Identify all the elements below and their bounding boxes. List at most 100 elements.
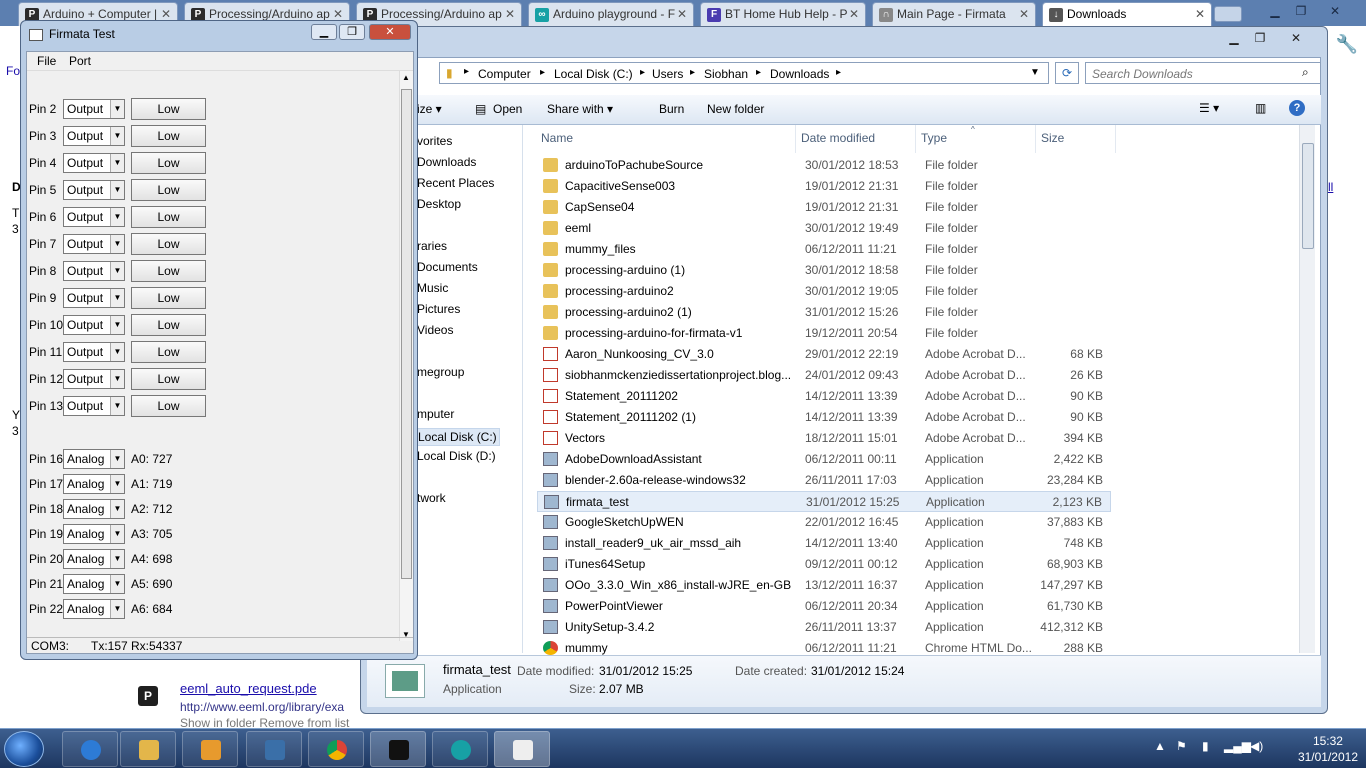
pin-mode-select[interactable]: Output ▼ xyxy=(63,261,125,281)
organize-button[interactable]: ize ▾ xyxy=(417,102,442,116)
file-row[interactable]: processing-arduino2 (1) 31/01/2012 15:26 F… xyxy=(537,302,1111,323)
nav-item[interactable]: Pictures xyxy=(417,302,460,316)
file-row[interactable]: arduinoToPachubeSource 30/01/2012 18:53 Fi… xyxy=(537,155,1111,176)
breadcrumb-users[interactable]: Users xyxy=(652,67,683,81)
chevron-down-icon[interactable]: ▼ xyxy=(110,100,124,118)
chevron-down-icon[interactable]: ▼ xyxy=(110,289,124,307)
pin-mode-select[interactable]: Analog ▼ xyxy=(63,499,125,519)
pin-toggle-button[interactable]: Low xyxy=(131,260,206,282)
taskbar-processing[interactable] xyxy=(370,731,426,767)
pin-toggle-button[interactable]: Low xyxy=(131,287,206,309)
chevron-down-icon[interactable]: ▼ xyxy=(1030,67,1040,78)
pin-mode-select[interactable]: Analog ▼ xyxy=(63,449,125,469)
nav-item[interactable]: Videos xyxy=(417,323,453,337)
pin-mode-select[interactable]: Output ▼ xyxy=(63,180,125,200)
pin-toggle-button[interactable]: Low xyxy=(131,314,206,336)
nav-item[interactable]: mputer xyxy=(417,407,454,421)
file-row[interactable]: firmata_test 31/01/2012 15:25 Application 2… xyxy=(537,491,1111,512)
breadcrumb-separator-icon[interactable]: ▸ xyxy=(690,67,695,78)
help-icon[interactable]: ? xyxy=(1289,100,1305,116)
file-row[interactable]: siobhanmckenziedissertationproject.blog.… xyxy=(537,365,1111,386)
file-row[interactable]: OOo_3.3.0_Win_x86_install-wJRE_en-GB 13/1… xyxy=(537,575,1111,596)
scrollbar-thumb[interactable] xyxy=(1302,143,1314,249)
taskbar-explorer[interactable] xyxy=(120,731,176,767)
taskbar-firmata[interactable] xyxy=(494,731,550,767)
chevron-down-icon[interactable]: ▼ xyxy=(110,550,124,568)
chevron-down-icon[interactable]: ▼ xyxy=(110,475,124,493)
pin-mode-select[interactable]: Output ▼ xyxy=(63,396,125,416)
nav-item[interactable]: Desktop xyxy=(417,197,461,211)
pin-mode-select[interactable]: Output ▼ xyxy=(63,369,125,389)
file-row[interactable]: processing-arduino (1) 30/01/2012 18:58 Fi… xyxy=(537,260,1111,281)
chevron-down-icon[interactable]: ▼ xyxy=(110,600,124,618)
nav-item[interactable]: vorites xyxy=(417,134,452,148)
chevron-down-icon[interactable]: ▼ xyxy=(110,525,124,543)
browser-tab[interactable]: ∞ Arduino playground - F ✕ xyxy=(528,2,694,26)
file-row[interactable]: AdobeDownloadAssistant 06/12/2011 00:11 Ap… xyxy=(537,449,1111,470)
tab-close-icon[interactable]: ✕ xyxy=(849,7,859,21)
pin-mode-select[interactable]: Analog ▼ xyxy=(63,574,125,594)
pin-mode-select[interactable]: Analog ▼ xyxy=(63,549,125,569)
search-input[interactable]: Search Downloads xyxy=(1085,62,1321,84)
browser-tab[interactable]: ∩ Main Page - Firmata ✕ xyxy=(872,2,1036,26)
nav-item[interactable]: Local Disk (D:) xyxy=(417,449,496,463)
chevron-down-icon[interactable]: ▼ xyxy=(110,262,124,280)
taskbar-app[interactable] xyxy=(246,731,302,767)
browser-close-button[interactable]: ✕ xyxy=(1322,2,1348,20)
chevron-down-icon[interactable]: ▼ xyxy=(110,450,124,468)
breadcrumb-separator-icon[interactable]: ▸ xyxy=(640,67,645,78)
pin-mode-select[interactable]: Output ▼ xyxy=(63,288,125,308)
column-header-date-modified[interactable]: Date modified xyxy=(801,131,875,145)
battery-icon[interactable]: ▮ xyxy=(1202,739,1209,753)
breadcrumb-separator-icon[interactable]: ▸ xyxy=(836,67,841,78)
pin-mode-select[interactable]: Output ▼ xyxy=(63,153,125,173)
chevron-down-icon[interactable]: ▼ xyxy=(110,181,124,199)
column-header-type[interactable]: Type xyxy=(921,131,947,145)
scroll-up-icon[interactable]: ▲ xyxy=(402,73,410,82)
download-url[interactable]: http://www.eeml.org/library/exa xyxy=(180,700,344,714)
file-row[interactable]: Vectors 18/12/2011 15:01 Adobe Acrobat D..… xyxy=(537,428,1111,449)
action-center-flag-icon[interactable]: ⚑ xyxy=(1176,739,1187,753)
wrench-menu-icon[interactable]: 🔧 xyxy=(1336,34,1358,55)
chevron-down-icon[interactable]: ▼ xyxy=(110,397,124,415)
pin-mode-select[interactable]: Output ▼ xyxy=(63,342,125,362)
show-hidden-icons-icon[interactable]: ▲ xyxy=(1154,739,1166,753)
new-folder-button[interactable]: New folder xyxy=(707,102,764,116)
browser-right-fragment[interactable]: ll xyxy=(1328,180,1333,194)
chevron-down-icon[interactable]: ▼ xyxy=(110,500,124,518)
breadcrumb-separator-icon[interactable]: ▸ xyxy=(540,67,545,78)
file-row[interactable]: CapSense04 19/01/2012 21:31 File folder xyxy=(537,197,1111,218)
chevron-down-icon[interactable]: ▼ xyxy=(110,235,124,253)
taskbar-chrome[interactable] xyxy=(308,731,364,767)
menu-port[interactable]: Port xyxy=(69,54,91,68)
nav-item[interactable]: raries xyxy=(417,239,447,253)
browser-maximize-button[interactable]: ❐ xyxy=(1288,2,1314,20)
taskbar-ie[interactable] xyxy=(62,731,118,767)
refresh-icon[interactable]: ⟳ xyxy=(1055,62,1079,84)
taskbar-arduino[interactable] xyxy=(432,731,488,767)
open-button[interactable]: Open xyxy=(493,102,522,116)
file-row[interactable]: iTunes64Setup 09/12/2011 00:12 Application… xyxy=(537,554,1111,575)
file-row[interactable]: Statement_20111202 14/12/2011 13:39 Adobe … xyxy=(537,386,1111,407)
file-row[interactable]: GoogleSketchUpWEN 22/01/2012 16:45 Applica… xyxy=(537,512,1111,533)
network-icon[interactable]: ▂▄▆ xyxy=(1224,739,1251,753)
breadcrumb-computer[interactable]: Computer xyxy=(478,67,531,81)
chevron-down-icon[interactable]: ▼ xyxy=(110,343,124,361)
file-row[interactable]: mummy_files 06/12/2011 11:21 File folder xyxy=(537,239,1111,260)
pin-mode-select[interactable]: Output ▼ xyxy=(63,234,125,254)
new-tab-button[interactable] xyxy=(1214,6,1242,22)
pin-mode-select[interactable]: Output ▼ xyxy=(63,207,125,227)
file-row[interactable]: blender-2.60a-release-windows32 26/11/201… xyxy=(537,470,1111,491)
breadcrumb-separator-icon[interactable]: ▸ xyxy=(464,66,469,77)
pin-toggle-button[interactable]: Low xyxy=(131,179,206,201)
nav-item[interactable]: Documents xyxy=(417,260,478,274)
menu-file[interactable]: File xyxy=(37,54,56,68)
nav-item[interactable]: megroup xyxy=(417,365,464,379)
column-header-size[interactable]: Size xyxy=(1041,131,1064,145)
pin-toggle-button[interactable]: Low xyxy=(131,233,206,255)
explorer-close-button[interactable]: ✕ xyxy=(1283,29,1309,47)
search-icon[interactable]: ⌕ xyxy=(1302,65,1309,80)
download-file-link[interactable]: eeml_auto_request.pde xyxy=(180,681,317,696)
explorer-minimize-button[interactable]: ▁ xyxy=(1221,29,1247,47)
browser-tab[interactable]: ↓ Downloads ✕ xyxy=(1042,2,1212,26)
